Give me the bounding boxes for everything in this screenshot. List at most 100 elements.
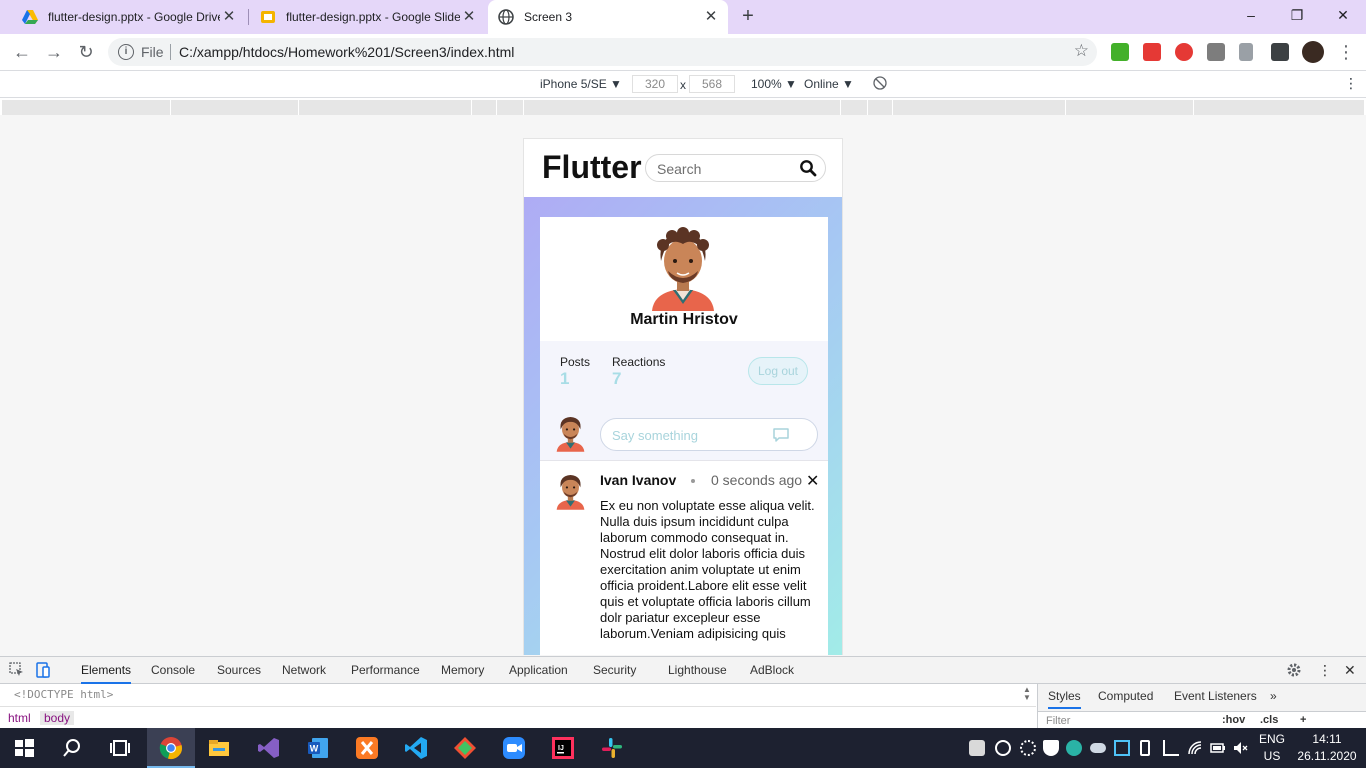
side-tab-styles[interactable]: Styles — [1048, 689, 1081, 709]
new-tab-button[interactable]: + — [737, 5, 759, 27]
app-logo[interactable]: Flutter — [542, 149, 642, 186]
panel-scrollbar[interactable]: ▲ ▼ — [1020, 686, 1034, 704]
vscode-icon[interactable] — [404, 736, 428, 760]
eyedropper-icon[interactable] — [1239, 43, 1253, 61]
reload-button[interactable]: ↻ — [75, 41, 97, 63]
forward-button[interactable]: → — [43, 41, 65, 63]
wifi-icon[interactable] — [1187, 740, 1203, 756]
devtools-tab-lighthouse[interactable]: Lighthouse — [668, 657, 727, 684]
back-button[interactable]: ← — [11, 41, 33, 63]
minimize-button[interactable]: – — [1228, 0, 1274, 30]
tray-shield-icon[interactable] — [1043, 740, 1059, 756]
network-select[interactable]: Online ▼ — [804, 77, 854, 91]
class-toggle[interactable]: .cls — [1260, 714, 1278, 726]
devtools-tab-network[interactable]: Network — [282, 657, 326, 684]
device-select[interactable]: iPhone 5/SE ▼ — [540, 77, 622, 91]
tray-edge-icon[interactable] — [1066, 740, 1082, 756]
devtools-tab-adblock[interactable]: AdBlock — [750, 657, 794, 684]
search-icon[interactable] — [799, 159, 817, 177]
windows-start-icon[interactable] — [12, 736, 36, 760]
maximize-button[interactable]: ❐ — [1274, 0, 1320, 30]
close-devtools-icon[interactable]: ✕ — [1344, 657, 1356, 684]
media-query-ruler[interactable] — [2, 100, 1364, 115]
tab-google-drive[interactable]: flutter-design.pptx - Google Drive ✕ — [8, 0, 246, 34]
devtools-tab-application[interactable]: Application — [509, 657, 568, 684]
zoom-select[interactable]: 100% ▼ — [751, 77, 797, 91]
say-something-input[interactable]: Say something — [600, 418, 818, 451]
task-view-icon[interactable] — [108, 736, 132, 760]
language-indicator[interactable]: ENG US — [1257, 731, 1287, 765]
word-icon[interactable]: W — [306, 736, 330, 760]
slack-icon[interactable] — [600, 736, 624, 760]
hover-state-toggle[interactable]: :hov — [1222, 714, 1245, 726]
close-tab-icon[interactable]: ✕ — [702, 8, 720, 26]
tray-phone-icon[interactable] — [1140, 740, 1150, 756]
info-icon[interactable]: i — [118, 44, 134, 60]
comment-icon[interactable] — [773, 428, 789, 443]
settings-gear-icon[interactable] — [1286, 662, 1302, 678]
selenium-extension-icon[interactable] — [1111, 43, 1129, 61]
tray-network-monitor-icon[interactable] — [969, 740, 985, 756]
device-menu-icon[interactable]: ⋮ — [1344, 75, 1358, 92]
rotate-icon[interactable] — [873, 76, 887, 90]
devtools-tab-memory[interactable]: Memory — [441, 657, 484, 684]
qr-code-icon[interactable] — [1207, 43, 1225, 61]
logout-button[interactable]: Log out — [748, 357, 808, 385]
styles-filter-input[interactable]: Filter :hov .cls + — [1038, 711, 1366, 728]
devtools-tab-security[interactable]: Security — [593, 657, 636, 684]
volume-muted-icon[interactable] — [1233, 740, 1249, 756]
system-clock[interactable]: 14:11 26.11.2020 г. — [1294, 731, 1360, 782]
devtools-tab-sources[interactable]: Sources — [217, 657, 261, 684]
svg-text:IJ: IJ — [558, 745, 564, 752]
xampp-icon[interactable] — [355, 736, 379, 760]
new-rule-button[interactable]: + — [1300, 714, 1306, 726]
width-input[interactable]: 320 — [632, 75, 678, 93]
inspect-element-icon[interactable] — [9, 662, 25, 678]
globe-icon — [498, 9, 514, 25]
google-drive-icon — [22, 10, 38, 24]
posts-label: Posts — [560, 355, 591, 369]
tab-google-slides[interactable]: flutter-design.pptx - Google Slides ✕ — [250, 0, 486, 34]
bookmark-star-icon[interactable]: ☆ — [1074, 41, 1089, 61]
side-tab-computed[interactable]: Computed — [1098, 689, 1153, 703]
device-toggle-icon[interactable] — [35, 662, 51, 678]
search-input[interactable]: Search — [645, 154, 826, 182]
delete-post-icon[interactable]: ✕ — [806, 471, 819, 491]
side-tab-event-listeners[interactable]: Event Listeners — [1174, 689, 1257, 703]
git-icon[interactable] — [453, 736, 477, 760]
close-tab-icon[interactable]: ✕ — [460, 8, 478, 26]
extension-red-icon[interactable] — [1143, 43, 1161, 61]
height-input[interactable]: 568 — [689, 75, 735, 93]
tray-gear-icon[interactable] — [1020, 740, 1036, 756]
battery-icon[interactable] — [1210, 740, 1226, 756]
tray-display-icon[interactable] — [1114, 740, 1130, 756]
extensions-puzzle-icon[interactable] — [1271, 43, 1289, 61]
url-text[interactable]: C:/xampp/htdocs/Homework%201/Screen3/ind… — [179, 44, 514, 60]
search-icon[interactable] — [60, 736, 84, 760]
breadcrumb-html[interactable]: html — [8, 711, 31, 725]
tray-sync-icon[interactable] — [995, 740, 1011, 756]
visual-studio-icon[interactable] — [257, 736, 281, 760]
side-tab-more[interactable]: » — [1270, 689, 1277, 703]
close-window-button[interactable]: ✕ — [1320, 0, 1366, 30]
devtools-tab-performance[interactable]: Performance — [351, 657, 420, 684]
zoom-icon[interactable] — [502, 736, 526, 760]
doctype-node[interactable]: <!DOCTYPE html> — [14, 688, 113, 701]
tray-cloud-icon[interactable] — [1090, 743, 1106, 753]
chrome-icon[interactable] — [159, 736, 183, 760]
intellij-icon[interactable]: IJ — [551, 736, 575, 760]
menu-kebab-icon[interactable]: ⋮ — [1335, 41, 1357, 63]
tray-usb-icon[interactable] — [1163, 740, 1179, 756]
close-tab-icon[interactable]: ✕ — [220, 8, 238, 26]
breadcrumb-body[interactable]: body — [40, 711, 75, 725]
devtools-tab-elements[interactable]: Elements — [81, 657, 132, 684]
profile-avatar[interactable] — [1302, 41, 1324, 63]
clock-time: 14:11 — [1312, 732, 1342, 746]
tab-screen-3[interactable]: Screen 3 ✕ — [488, 0, 728, 34]
post-author[interactable]: Ivan Ivanov — [600, 472, 676, 488]
file-explorer-icon[interactable] — [207, 736, 231, 760]
address-bar[interactable]: i File C:/xampp/htdocs/Homework%201/Scre… — [108, 38, 1097, 66]
adblock-icon[interactable] — [1175, 43, 1193, 61]
devtools-tab-console[interactable]: Console — [151, 657, 195, 684]
devtools-menu-icon[interactable]: ⋮ — [1318, 657, 1332, 684]
